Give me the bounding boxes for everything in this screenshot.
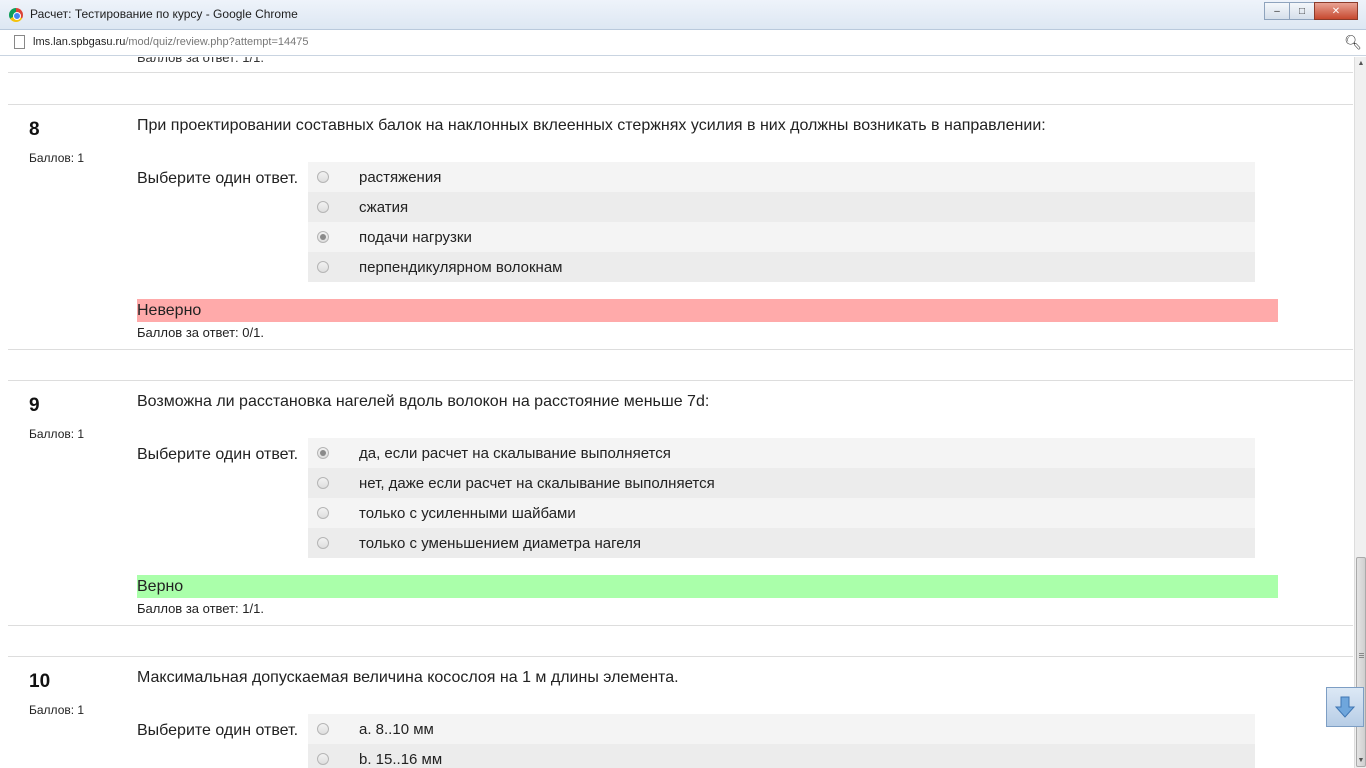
answer-label: a. 8..10 мм xyxy=(359,720,434,738)
answer-label: только с уменьшением диаметра нагеля xyxy=(359,534,641,552)
radio-button[interactable] xyxy=(317,201,329,213)
answer-option[interactable]: да, если расчет на скалывание выполняетс… xyxy=(308,438,1255,468)
answer-label: нет, даже если расчет на скалывание выпо… xyxy=(359,474,715,492)
vertical-scrollbar[interactable]: ▲ ▼ xyxy=(1354,57,1366,768)
question-score: Баллов за ответ: 1/1. xyxy=(137,601,264,616)
question-8: 8 Баллов: 1 При проектировании составных… xyxy=(8,104,1353,350)
question-number: 8 xyxy=(29,119,40,140)
answer-label: только с усиленными шайбами xyxy=(359,504,576,522)
zoom-icon[interactable]: 🔍︎ xyxy=(1344,34,1362,51)
question-score: Баллов за ответ: 0/1. xyxy=(137,325,264,340)
question-text: Максимальная допускаемая величина кососл… xyxy=(137,669,679,686)
answer-label: растяжения xyxy=(359,168,442,186)
address-bar[interactable]: lms.lan.spbgasu.ru/mod/quiz/review.php?a… xyxy=(0,30,1366,56)
answer-option[interactable]: подачи нагрузки xyxy=(308,222,1255,252)
scrollbar-thumb[interactable] xyxy=(1356,557,1366,767)
scroll-up-arrow[interactable]: ▲ xyxy=(1355,57,1366,71)
answer-label: сжатия xyxy=(359,198,409,216)
answer-option[interactable]: нет, даже если расчет на скалывание выпо… xyxy=(308,468,1255,498)
window-title: Расчет: Тестирование по курсу - Google C… xyxy=(30,7,298,21)
feedback-incorrect: Неверно xyxy=(137,299,1278,322)
scroll-down-arrow[interactable]: ▼ xyxy=(1355,754,1366,768)
radio-button-selected[interactable] xyxy=(317,447,329,459)
answer-label: b. 15..16 мм xyxy=(359,750,443,768)
radio-button[interactable] xyxy=(317,171,329,183)
maximize-button[interactable]: □ xyxy=(1289,2,1315,20)
answer-list: a. 8..10 мм b. 15..16 мм xyxy=(308,714,1255,768)
answer-list: да, если расчет на скалывание выполняетс… xyxy=(308,438,1255,558)
radio-button[interactable] xyxy=(317,723,329,735)
url-host: lms.lan.spbgasu.ru xyxy=(33,36,126,48)
answer-prompt: Выберите один ответ. xyxy=(137,722,299,739)
question-text: Возможна ли расстановка нагелей вдоль во… xyxy=(137,393,710,410)
answer-option[interactable]: a. 8..10 мм xyxy=(308,714,1255,744)
answer-option[interactable]: только с усиленными шайбами xyxy=(308,498,1255,528)
url-path: /mod/quiz/review.php?attempt=14475 xyxy=(125,36,309,48)
window-controls: ‒ □ ✕ xyxy=(1264,2,1358,20)
radio-button[interactable] xyxy=(317,537,329,549)
feedback-correct: Верно xyxy=(137,575,1278,598)
question-grade: Баллов: 1 xyxy=(29,151,85,165)
radio-button[interactable] xyxy=(317,753,329,765)
window-titlebar: Расчет: Тестирование по курсу - Google C… xyxy=(0,0,1366,30)
url-text[interactable]: lms.lan.spbgasu.ru/mod/quiz/review.php?a… xyxy=(33,36,308,48)
scrollbar-grip xyxy=(1359,653,1364,654)
radio-button[interactable] xyxy=(317,477,329,489)
page-content: Баллов за ответ: 1/1. 8 Баллов: 1 При пр… xyxy=(0,57,1354,768)
answer-list: растяжения сжатия подачи нагрузки перпен… xyxy=(308,162,1255,282)
question-grade: Баллов: 1 xyxy=(29,703,85,717)
answer-option[interactable]: b. 15..16 мм xyxy=(308,744,1255,768)
radio-button-selected[interactable] xyxy=(317,231,329,243)
answer-option[interactable]: перпендикулярном волокнам xyxy=(308,252,1255,282)
answer-label: перпендикулярном волокнам xyxy=(359,258,563,276)
radio-button[interactable] xyxy=(317,261,329,273)
question-10: 10 Баллов: 1 Максимальная допускаемая ве… xyxy=(8,656,1353,768)
question-grade: Баллов: 1 xyxy=(29,427,85,441)
previous-question-score: Баллов за ответ: 1/1. xyxy=(137,57,264,65)
answer-label: да, если расчет на скалывание выполняетс… xyxy=(359,444,671,462)
answer-prompt: Выберите один ответ. xyxy=(137,446,299,463)
radio-button[interactable] xyxy=(317,507,329,519)
answer-option[interactable]: только с уменьшением диаметра нагеля xyxy=(308,528,1255,558)
question-9: 9 Баллов: 1 Возможна ли расстановка наге… xyxy=(8,380,1353,626)
answer-label: подачи нагрузки xyxy=(359,228,472,246)
answer-option[interactable]: сжатия xyxy=(308,192,1255,222)
scroll-to-bottom-button[interactable] xyxy=(1326,687,1364,727)
answer-prompt: Выберите один ответ. xyxy=(137,170,299,187)
minimize-button[interactable]: ‒ xyxy=(1264,2,1290,20)
chrome-logo-icon xyxy=(9,8,23,22)
close-button[interactable]: ✕ xyxy=(1314,2,1358,20)
separator xyxy=(8,72,1353,73)
question-text: При проектировании составных балок на на… xyxy=(137,117,1046,134)
page-icon xyxy=(14,35,25,49)
question-number: 10 xyxy=(29,671,51,692)
arrow-down-icon xyxy=(1334,696,1356,718)
question-number: 9 xyxy=(29,395,40,416)
answer-option[interactable]: растяжения xyxy=(308,162,1255,192)
